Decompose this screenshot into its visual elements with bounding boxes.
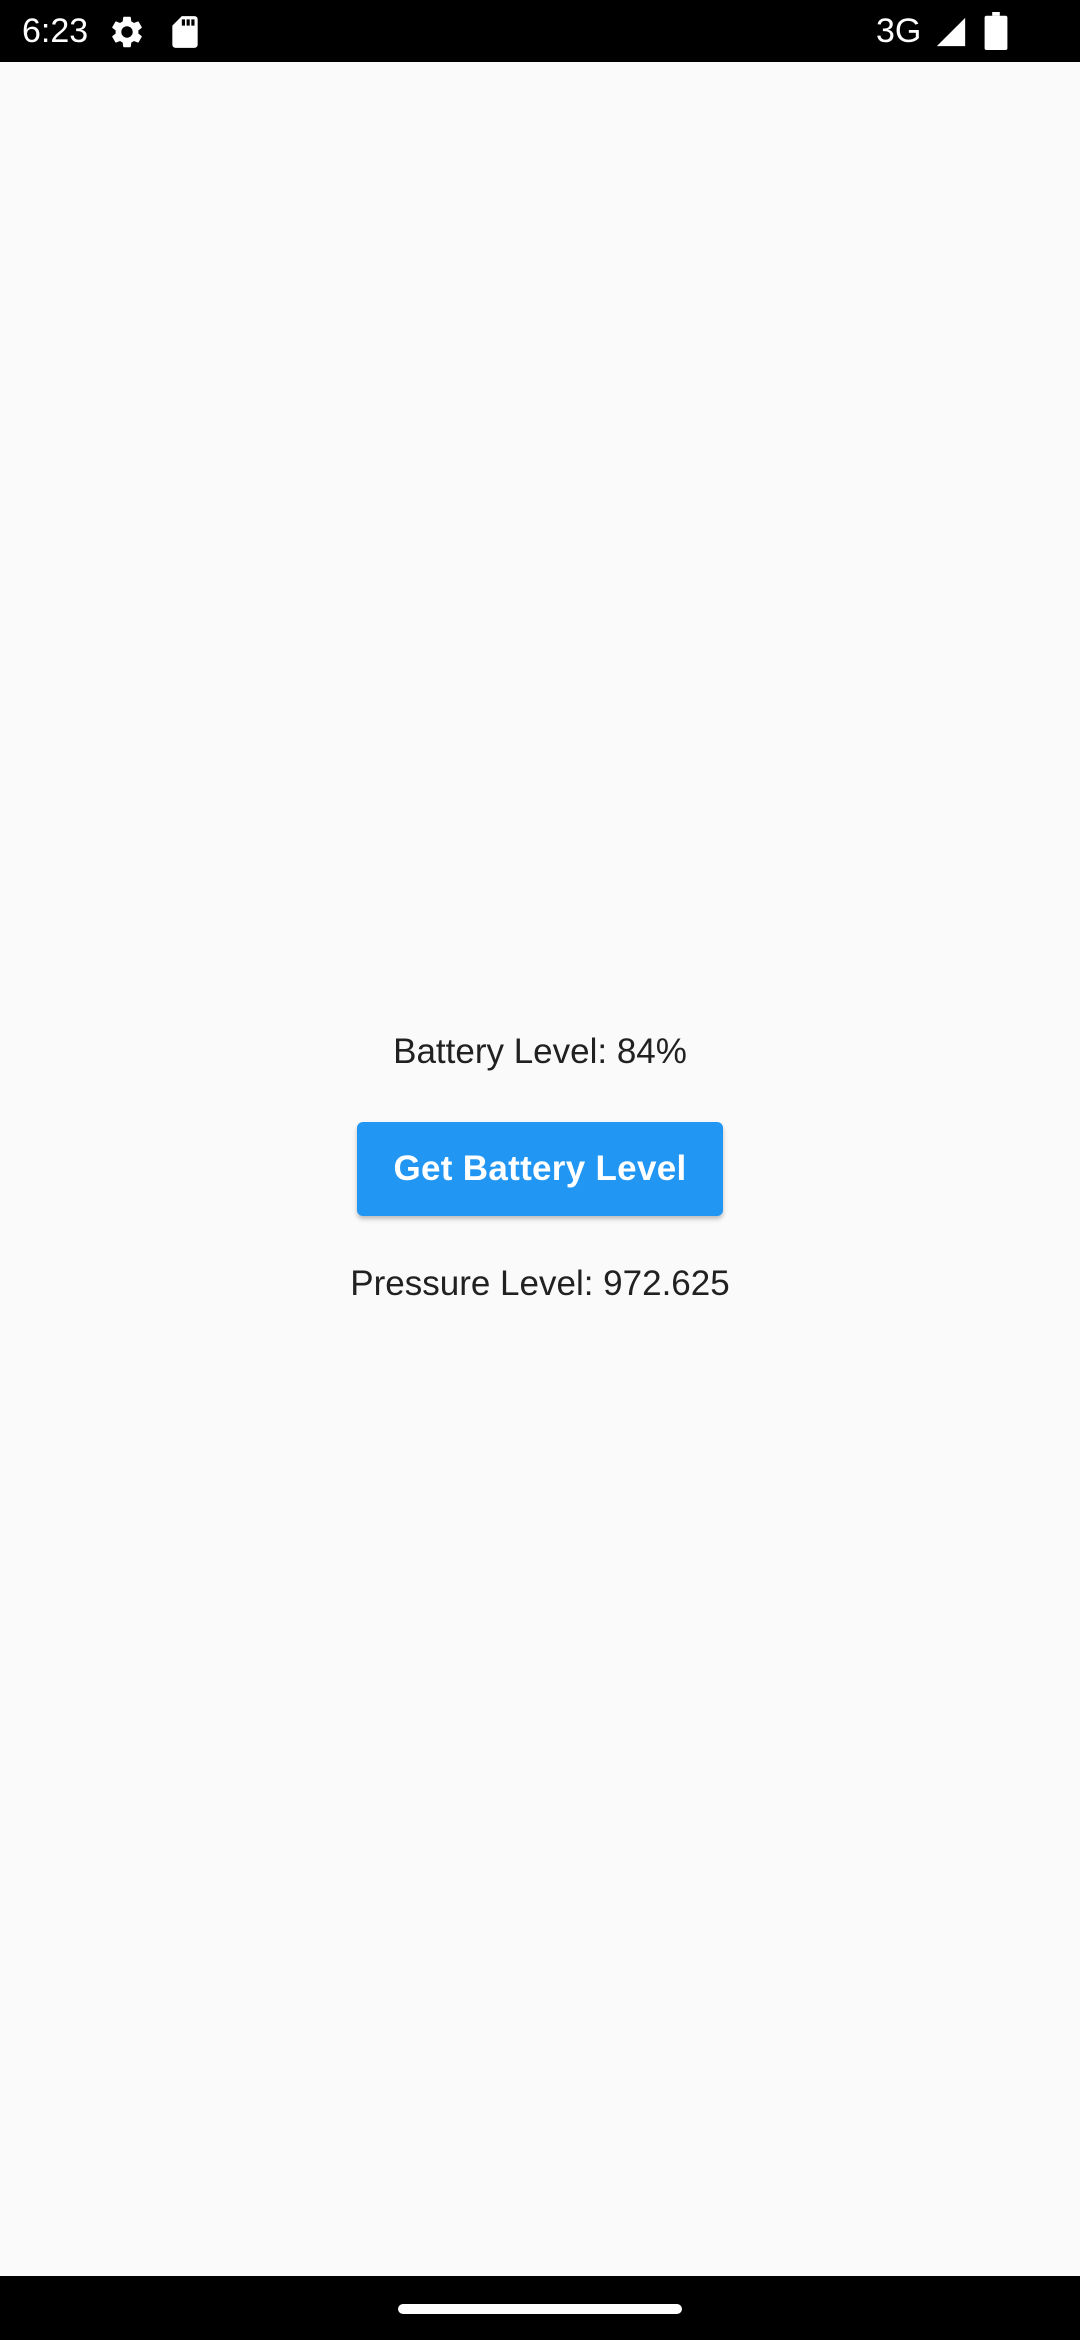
sd-card-icon <box>166 13 204 51</box>
navigation-bar <box>0 2276 1080 2340</box>
app-screen: 6:23 3G Battery Level: 84% Get Battery L… <box>0 0 1080 2340</box>
gear-icon <box>108 13 146 51</box>
pressure-level-text: Pressure Level: 972.625 <box>350 1264 730 1303</box>
get-battery-level-button[interactable]: Get Battery Level <box>357 1122 723 1216</box>
network-type-label: 3G <box>876 12 922 50</box>
battery-icon <box>984 12 1008 50</box>
status-time: 6:23 <box>22 12 89 50</box>
status-bar: 6:23 3G <box>0 0 1080 62</box>
battery-level-text: Battery Level: 84% <box>393 1032 687 1071</box>
main-content: Battery Level: 84% Get Battery Level Pre… <box>0 62 1080 2276</box>
home-gesture-handle[interactable] <box>398 2304 682 2314</box>
signal-icon <box>934 15 968 49</box>
